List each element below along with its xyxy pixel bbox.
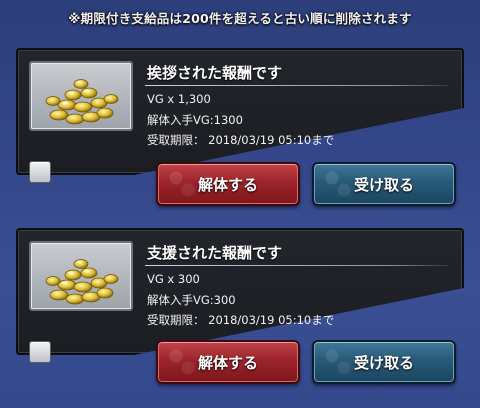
receive-deadline: 受取期限： 2018/03/19 05:10まで [147, 313, 335, 327]
deletion-notice: ※期限付き支給品は200件を超えると古い順に削除されます [68, 11, 412, 26]
receive-button[interactable]: 受け取る [312, 162, 456, 206]
gold-coins-icon [45, 79, 119, 125]
disassemble-button[interactable]: 解体する [156, 340, 300, 384]
select-checkbox[interactable] [29, 341, 51, 363]
reward-item: 挨拶された報酬です VG x 1,300 解体入手VG:1300 受取期限： 2… [16, 48, 464, 206]
receive-deadline: 受取期限： 2018/03/19 05:10まで [147, 133, 335, 147]
title-divider [145, 265, 448, 266]
dismantle-value: 解体入手VG:300 [147, 293, 236, 307]
reward-amount: VG x 1,300 [147, 92, 211, 106]
receive-button[interactable]: 受け取る [312, 340, 456, 384]
title-divider [145, 85, 448, 86]
disassemble-button[interactable]: 解体する [156, 162, 300, 206]
select-checkbox[interactable] [29, 161, 51, 183]
item-thumbnail [29, 61, 133, 131]
gold-coins-icon [45, 259, 119, 305]
reward-amount: VG x 300 [147, 272, 200, 286]
reward-item: 支援された報酬です VG x 300 解体入手VG:300 受取期限： 2018… [16, 228, 464, 384]
item-thumbnail [29, 241, 133, 311]
reward-title: 挨拶された報酬です [147, 64, 283, 82]
reward-title: 支援された報酬です [147, 244, 283, 262]
dismantle-value: 解体入手VG:1300 [147, 113, 243, 127]
